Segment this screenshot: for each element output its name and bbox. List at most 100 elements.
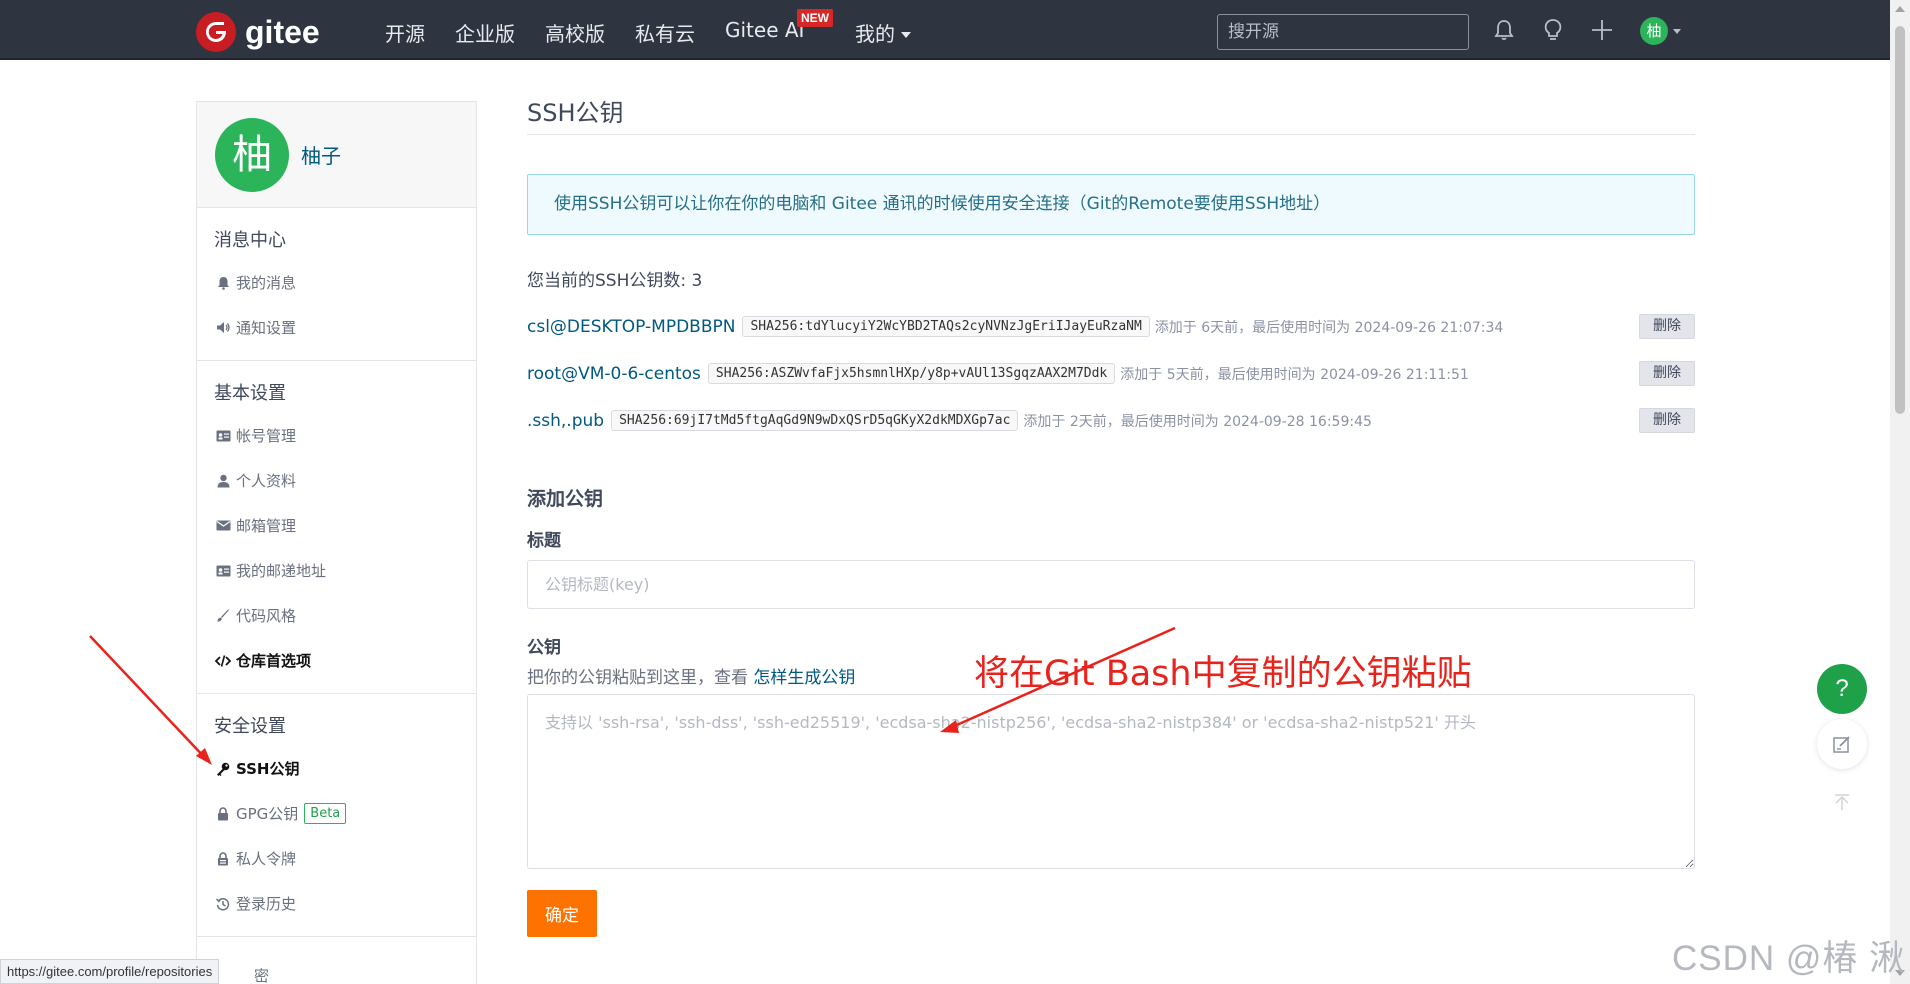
lightbulb-icon[interactable] bbox=[1540, 17, 1566, 43]
search-input[interactable] bbox=[1217, 14, 1469, 50]
nav-gitee-ai[interactable]: Gitee AI bbox=[725, 18, 804, 42]
delete-button[interactable]: 删除 bbox=[1639, 361, 1695, 386]
gitee-logo-icon bbox=[196, 12, 236, 52]
avatar-chevron-down-icon[interactable] bbox=[1673, 29, 1681, 34]
ssh-key-fingerprint: SHA256:69jI7tMd5ftgAqGd9N9wDxQSrD5qGKyX2… bbox=[611, 410, 1019, 431]
settings-sidebar: 柚 柚子 消息中心 我的消息 通知设置 基本设置 帐号管理 个人资料 邮箱管理 … bbox=[196, 101, 477, 984]
sidebar-item-repo-preferences[interactable]: 仓库首选项 bbox=[197, 638, 476, 683]
user-avatar[interactable]: 柚 bbox=[1640, 17, 1668, 45]
status-bar-url: https://gitee.com/profile/repositories bbox=[0, 959, 220, 984]
delete-button[interactable]: 删除 bbox=[1639, 314, 1695, 339]
user-icon bbox=[217, 474, 229, 487]
ssh-key-meta: 添加于 6天前，最后使用时间为 2024-09-26 21:07:34 bbox=[1154, 319, 1504, 336]
scrollbar-thumb[interactable] bbox=[1895, 26, 1905, 414]
sidebar-item-account[interactable]: 帐号管理 bbox=[197, 413, 476, 458]
token-icon bbox=[218, 851, 228, 865]
sidebar-item-label: GPG公钥 bbox=[236, 805, 299, 823]
chevron-down-icon bbox=[901, 32, 911, 38]
key-title-input[interactable] bbox=[527, 560, 1695, 609]
nav-mine-label: 我的 bbox=[855, 22, 895, 46]
annotation-text: 将在Git Bash中复制的公钥粘贴 bbox=[974, 654, 1472, 694]
ssh-key-fingerprint: SHA256:ASZWvfaFjx5hsmnlHXp/y8p+vAUl13Sgq… bbox=[707, 363, 1116, 384]
sidebar-item-label: 个人资料 bbox=[236, 472, 297, 490]
nav-open-source[interactable]: 开源 bbox=[385, 18, 425, 47]
back-to-top-button[interactable] bbox=[1817, 777, 1867, 827]
sidebar-item-notification-settings[interactable]: 通知设置 bbox=[197, 305, 476, 350]
ssh-key-row: .ssh,.pub SHA256:69jI7tMd5ftgAqGd9N9wDxQ… bbox=[527, 397, 1695, 444]
edit-icon bbox=[1833, 736, 1850, 753]
sidebar-item-label: 私人令牌 bbox=[236, 850, 297, 868]
back-to-top-icon bbox=[1835, 794, 1849, 810]
sidebar-item-postal-address[interactable]: 我的邮递地址 bbox=[197, 548, 476, 593]
sidebar-item-label: 代码风格 bbox=[236, 607, 297, 625]
sidebar-cutoff-text: 密 bbox=[254, 967, 270, 984]
delete-button[interactable]: 删除 bbox=[1639, 408, 1695, 433]
bell-icon[interactable] bbox=[1491, 17, 1517, 43]
sidebar-item-login-history[interactable]: 登录历史 bbox=[197, 881, 476, 926]
brush-icon bbox=[217, 609, 229, 622]
ssh-key-name[interactable]: .ssh,.pub bbox=[527, 411, 604, 431]
ssh-key-row: csl@DESKTOP-MPDBBPN SHA256:tdYlucyiY2WcY… bbox=[527, 303, 1695, 350]
ssh-key-fingerprint: SHA256:tdYlucyiY2WcYBD2TAQs2cyNVNzJgEriI… bbox=[742, 316, 1150, 337]
sidebar-item-label: 通知设置 bbox=[236, 319, 297, 337]
sidebar-item-label: 帐号管理 bbox=[236, 427, 297, 445]
sidebar-item-ssh-keys[interactable]: SSH公钥 bbox=[197, 746, 476, 791]
main-content: SSH公钥 使用SSH公钥可以让你在你的电脑和 Gitee 通讯的时候使用安全连… bbox=[527, 98, 1695, 937]
sidebar-item-label: 仓库首选项 bbox=[236, 652, 312, 670]
section-security-settings: 安全设置 SSH公钥 GPG公钥 Beta 私人令牌 登录历史 bbox=[197, 694, 476, 937]
sidebar-item-label: SSH公钥 bbox=[236, 760, 300, 778]
section-title: 消息中心 bbox=[214, 230, 286, 251]
plus-icon[interactable] bbox=[1589, 17, 1615, 43]
ssh-key-name[interactable]: csl@DESKTOP-MPDBBPN bbox=[527, 317, 735, 337]
sidebar-item-label: 登录历史 bbox=[236, 895, 297, 913]
envelope-icon bbox=[216, 520, 230, 531]
sidebar-item-label: 我的消息 bbox=[236, 274, 297, 292]
page-scrollbar[interactable] bbox=[1890, 0, 1910, 984]
ssh-key-name[interactable]: root@VM-0-6-centos bbox=[527, 364, 701, 384]
feedback-button[interactable] bbox=[1817, 719, 1867, 769]
title-label: 标题 bbox=[527, 531, 561, 551]
sidebar-item-code-style[interactable]: 代码风格 bbox=[197, 593, 476, 638]
sidebar-item-my-messages[interactable]: 我的消息 bbox=[197, 260, 476, 305]
gitee-logo[interactable]: gitee bbox=[196, 12, 320, 52]
profile-avatar[interactable]: 柚 bbox=[215, 118, 289, 192]
sidebar-item-profile[interactable]: 个人资料 bbox=[197, 458, 476, 503]
public-key-help-text: 把你的公钥粘贴到这里，查看 bbox=[527, 668, 748, 688]
section-title: 安全设置 bbox=[214, 716, 286, 737]
sidebar-item-label: 我的邮递地址 bbox=[236, 562, 327, 580]
ssh-key-meta: 添加于 5天前，最后使用时间为 2024-09-26 21:11:51 bbox=[1120, 366, 1469, 383]
profile-name[interactable]: 柚子 bbox=[301, 140, 341, 169]
page-title: SSH公钥 bbox=[527, 98, 1695, 135]
ssh-key-count: 您当前的SSH公钥数: 3 bbox=[527, 271, 703, 291]
nav-enterprise[interactable]: 企业版 bbox=[455, 18, 515, 47]
section-title: 基本设置 bbox=[214, 383, 286, 404]
sidebar-item-personal-tokens[interactable]: 私人令牌 bbox=[197, 836, 476, 881]
top-navbar: gitee 开源 企业版 高校版 私有云 Gitee AI NEW 我的 柚 bbox=[0, 0, 1890, 60]
speaker-icon bbox=[216, 322, 230, 333]
public-key-textarea[interactable] bbox=[527, 694, 1695, 869]
sidebar-item-email[interactable]: 邮箱管理 bbox=[197, 503, 476, 548]
id-card-icon bbox=[216, 430, 230, 441]
profile-card: 柚 柚子 bbox=[197, 102, 476, 208]
nav-mine[interactable]: 我的 bbox=[855, 18, 911, 47]
key-icon bbox=[217, 762, 230, 776]
section-basic-settings: 基本设置 帐号管理 个人资料 邮箱管理 我的邮递地址 代码风格 仓库首选项 bbox=[197, 361, 476, 694]
gitee-logo-text: gitee bbox=[245, 13, 320, 50]
arrow-to-ssh-keys bbox=[89, 635, 208, 761]
nav-private-cloud[interactable]: 私有云 bbox=[635, 18, 695, 47]
ssh-key-row: root@VM-0-6-centos SHA256:ASZWvfaFjx5hsm… bbox=[527, 350, 1695, 397]
help-button[interactable]: ? bbox=[1817, 664, 1867, 714]
lock-icon bbox=[218, 806, 228, 820]
confirm-button[interactable]: 确定 bbox=[527, 890, 597, 937]
bell-icon bbox=[217, 276, 229, 290]
sidebar-item-label: 邮箱管理 bbox=[236, 517, 297, 535]
ssh-key-meta: 添加于 2天前，最后使用时间为 2024-09-28 16:59:45 bbox=[1023, 413, 1372, 430]
sidebar-item-gpg-keys[interactable]: GPG公钥 Beta bbox=[197, 791, 476, 836]
watermark: CSDN @椿 湫 bbox=[1672, 939, 1906, 978]
add-key-title: 添加公钥 bbox=[527, 488, 604, 510]
scroll-up-arrow-icon[interactable] bbox=[1895, 6, 1905, 12]
nav-education[interactable]: 高校版 bbox=[545, 18, 605, 47]
section-messages: 消息中心 我的消息 通知设置 bbox=[197, 208, 476, 361]
history-icon bbox=[216, 897, 230, 910]
how-to-generate-key-link[interactable]: 怎样生成公钥 bbox=[753, 668, 855, 688]
